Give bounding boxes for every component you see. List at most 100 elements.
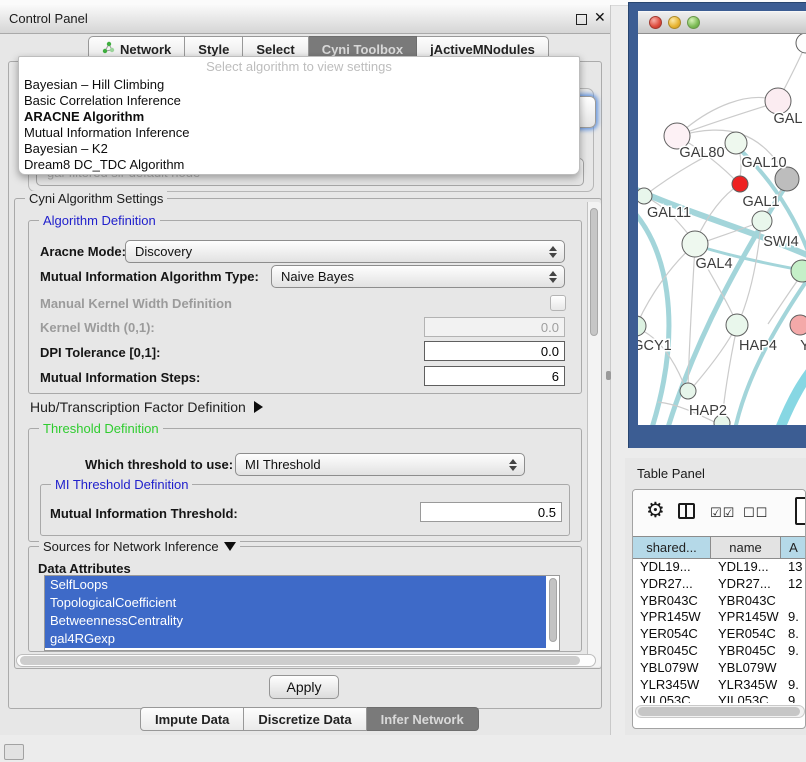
algorithm-definition-title: Algorithm Definition — [39, 213, 160, 228]
network-node-label-gal1: GAL1 — [742, 194, 779, 210]
mi-threshold-input[interactable] — [420, 502, 562, 522]
kernel-width-input[interactable] — [424, 317, 565, 337]
table-row[interactable]: YPR145WYPR145W9. — [633, 609, 806, 626]
table-row[interactable]: YER054CYER054C8. — [633, 626, 806, 643]
table-cell: YPR145W — [711, 609, 781, 626]
panel-splitter-handle[interactable] — [606, 371, 611, 380]
table-row[interactable]: YBL079WYBL079W — [633, 660, 806, 677]
network-node[interactable] — [752, 211, 772, 231]
table-horizontal-scrollbar[interactable] — [635, 705, 805, 718]
dpi-tolerance-input[interactable] — [424, 341, 565, 361]
bottom-tab-discretize-data[interactable]: Discretize Data — [244, 707, 366, 731]
algorithm-option-dream8-dc-tdc-algorithm[interactable]: Dream8 DC_TDC Algorithm — [19, 157, 579, 173]
table-cell: 9. — [781, 609, 806, 626]
table-cell: 9. — [781, 677, 806, 694]
table-row[interactable]: YBR043CYBR043C — [633, 593, 806, 610]
bottom-tab-impute-data[interactable]: Impute Data — [140, 707, 244, 731]
network-node[interactable] — [638, 316, 646, 336]
unchecked-boxes-icon[interactable]: ☐☐ — [743, 505, 768, 521]
mi-steps-input[interactable] — [424, 366, 565, 386]
close-traffic-button[interactable] — [649, 16, 662, 29]
tab-label: jActiveMNodules — [430, 42, 535, 57]
table-row[interactable]: YDR27...YDR27...12 — [633, 576, 806, 593]
apply-button[interactable]: Apply — [269, 675, 339, 699]
mi-algorithm-type-label: Mutual Information Algorithm Type: — [40, 269, 259, 284]
collapse-down-icon — [224, 542, 236, 551]
mi-algorithm-type-combo[interactable]: Naive Bayes — [271, 265, 565, 288]
table-toolbar: ⚙ ☑☑ ☐☐ — [633, 490, 806, 536]
network-edge — [638, 328, 685, 387]
table-column-header-shared[interactable]: shared... — [633, 537, 711, 558]
table-column-header-name[interactable]: name — [711, 537, 781, 558]
network-node[interactable] — [680, 383, 696, 399]
float-window-icon[interactable] — [576, 14, 587, 25]
manual-kernel-width-checkbox[interactable] — [550, 295, 566, 311]
network-icon — [102, 41, 115, 57]
settings-horizontal-scrollbar[interactable] — [16, 654, 596, 667]
aracne-mode-combo[interactable]: Discovery — [125, 240, 565, 263]
gear-icon[interactable]: ⚙ — [646, 498, 665, 523]
network-node[interactable] — [725, 132, 747, 154]
table-cell: YPR145W — [633, 609, 711, 626]
minimize-traffic-button[interactable] — [668, 16, 681, 29]
network-canvas[interactable]: GALGAL80GAL10GAL11GAL1SWI4GAL4GCY1HAP4YH… — [638, 34, 806, 425]
sources-title-row[interactable]: Sources for Network Inference — [39, 539, 240, 554]
settings-vertical-scrollbar-thumb[interactable] — [590, 208, 598, 336]
algorithm-dropdown: Select algorithm to view settings Bayesi… — [18, 56, 580, 175]
algorithm-option-bayesian-hill-climbing[interactable]: Bayesian – Hill Climbing — [19, 77, 579, 93]
zoom-traffic-button[interactable] — [687, 16, 700, 29]
application-window: Control Panel ✕ NetworkStyleSelectCyni T… — [0, 0, 806, 762]
algorithm-option-basic-correlation-inference[interactable]: Basic Correlation Inference — [19, 93, 579, 109]
bottom-tab-infer-network[interactable]: Infer Network — [367, 707, 479, 731]
data-attributes-list[interactable]: SelfLoopsTopologicalCoefficientBetweenne… — [44, 575, 560, 651]
network-node[interactable] — [732, 176, 748, 192]
checked-boxes-icon[interactable]: ☑☑ — [710, 505, 735, 521]
table-cell: YBR045C — [711, 643, 781, 660]
table-row[interactable]: YBR045CYBR045C9. — [633, 643, 806, 660]
hub-definition-expander[interactable]: Hub/Transcription Factor Definition — [30, 399, 263, 415]
which-threshold-value: MI Threshold — [245, 457, 321, 472]
document-icon[interactable] — [795, 497, 806, 525]
network-node[interactable] — [682, 231, 708, 257]
network-node-label-y: Y — [800, 338, 806, 354]
which-threshold-label: Which threshold to use: — [85, 457, 233, 472]
tab-label: Style — [198, 42, 229, 57]
table-horizontal-scrollbar-thumb[interactable] — [638, 707, 800, 716]
data-attributes-label: Data Attributes — [38, 561, 131, 576]
data-attribute-item-selfloops[interactable]: SelfLoops — [45, 576, 546, 594]
hub-definition-label: Hub/Transcription Factor Definition — [30, 399, 246, 415]
algorithm-option-mutual-information-inference[interactable]: Mutual Information Inference — [19, 125, 579, 141]
data-attribute-item-gal4rgexp[interactable]: gal4RGexp — [45, 630, 546, 648]
settings-horizontal-scrollbar-thumb[interactable] — [20, 656, 580, 665]
settings-vertical-scrollbar[interactable] — [587, 202, 601, 667]
network-node[interactable] — [726, 314, 748, 336]
which-threshold-combo[interactable]: MI Threshold — [235, 453, 525, 476]
algorithm-option-aracne-algorithm[interactable]: ARACNE Algorithm — [19, 109, 579, 125]
attr-list-scrollbar-thumb[interactable] — [549, 578, 557, 642]
data-attribute-item-betweennesscentrality[interactable]: BetweennessCentrality — [45, 612, 546, 630]
network-node[interactable] — [796, 34, 806, 53]
columns-icon[interactable] — [678, 503, 695, 519]
table-cell: 9. — [781, 643, 806, 660]
network-edge — [638, 206, 669, 425]
table-cell: YBR043C — [711, 593, 781, 610]
network-window-titlebar[interactable] — [638, 11, 806, 34]
table-cell: YLR345W — [633, 677, 711, 694]
network-node[interactable] — [791, 260, 806, 282]
table-row[interactable]: YLR345WYLR345W9. — [633, 677, 806, 694]
network-node-label-hap2: HAP2 — [689, 403, 727, 419]
table-row[interactable]: YDL19...YDL19...13 — [633, 559, 806, 576]
network-node[interactable] — [638, 188, 652, 204]
manual-kernel-width-label: Manual Kernel Width Definition — [40, 296, 232, 311]
table-row[interactable]: YIL053CYIL053C9. — [633, 693, 806, 703]
table-column-header-a[interactable]: A — [781, 537, 806, 558]
data-attribute-item-topologicalcoefficient[interactable]: TopologicalCoefficient — [45, 594, 546, 612]
apply-button-label: Apply — [286, 679, 321, 695]
collapsed-panel-icon[interactable] — [4, 744, 24, 760]
network-node[interactable] — [790, 315, 806, 335]
algorithm-option-list: Bayesian – Hill ClimbingBasic Correlatio… — [19, 77, 579, 173]
table-cell: YIL053C — [633, 693, 711, 703]
close-icon[interactable]: ✕ — [594, 9, 606, 26]
kernel-width-label: Kernel Width (0,1): — [40, 320, 155, 335]
algorithm-option-bayesian-k2[interactable]: Bayesian – K2 — [19, 141, 579, 157]
